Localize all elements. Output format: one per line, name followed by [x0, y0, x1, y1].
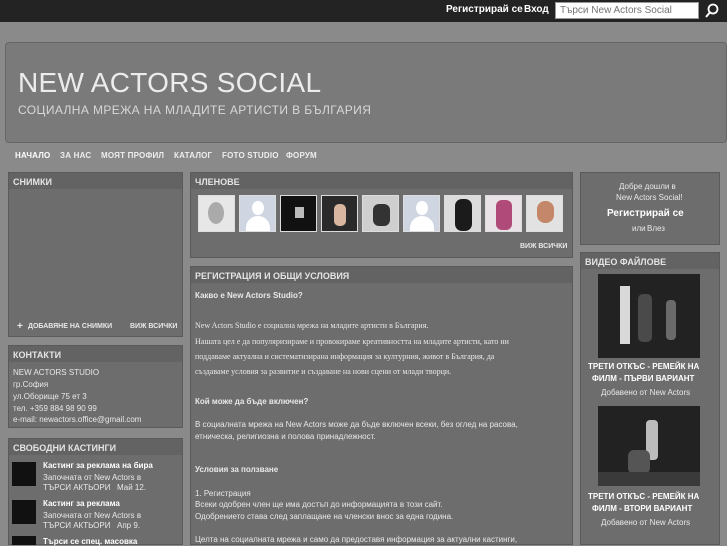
login-link[interactable]: Вход: [524, 4, 549, 15]
contact-line: ул.Оборище 75 ет 3: [13, 392, 87, 401]
casting-meta: Започната от New Actors в: [43, 473, 142, 482]
welcome-text: New Actors Social!: [616, 193, 683, 202]
paragraph: етническа, религиозна и полова принадлеж…: [195, 432, 376, 441]
casting-category[interactable]: ТЪРСИ АКТЬОРИ: [43, 483, 110, 492]
casting-thumbnail[interactable]: [12, 500, 36, 524]
video-added-by: Добавено от New Actors: [601, 388, 691, 397]
casting-thumbnail[interactable]: [12, 536, 36, 545]
paragraph: поддаваме актуална и систематизирана инф…: [195, 352, 495, 361]
video-added-by: Добавено от New Actors: [601, 518, 691, 527]
register-link[interactable]: Регистрирай се: [446, 4, 523, 15]
paragraph: създаваме условия за развитие и създаван…: [195, 367, 452, 376]
photos-view-all-link[interactable]: ВИЖ ВСИЧКИ: [130, 323, 177, 330]
paragraph: New Actors Studio е социална мрежа на мл…: [195, 321, 429, 330]
nav-my-profile[interactable]: МОЯТ ПРОФИЛ: [101, 151, 164, 160]
question-heading: Какво е New Actors Studio?: [195, 291, 303, 300]
casting-date: Апр 9.: [117, 521, 141, 530]
site-tagline: СОЦИАЛНА МРЕЖА НА МЛАДИТЕ АРТИСТИ В БЪЛГ…: [18, 103, 372, 117]
casting-title[interactable]: Кастинг за реклама: [43, 499, 120, 508]
photos-heading: СНИМКИ: [9, 173, 182, 189]
photos-box: СНИМКИ + ДОБАВЯНЕ НА СНИМКИ ВИЖ ВСИЧКИ: [8, 172, 183, 337]
paragraph: В социалната мрежа на New Actors може да…: [195, 420, 518, 429]
members-view-all-link[interactable]: ВИЖ ВСИЧКИ: [520, 243, 567, 250]
site-title[interactable]: NEW ACTORS SOCIAL: [18, 67, 321, 99]
casting-thumbnail[interactable]: [12, 462, 36, 486]
paragraph: Нашата цел е да популяризираме и провоки…: [195, 337, 509, 346]
videos-heading: ВИДЕО ФАЙЛОВЕ: [581, 253, 719, 269]
casting-date: Май 12.: [117, 483, 147, 492]
member-avatar[interactable]: [198, 195, 235, 232]
nav-home[interactable]: НАЧАЛО: [15, 151, 50, 160]
nav-foto-studio[interactable]: FOTO STUDIO: [222, 151, 279, 160]
search-input[interactable]: [555, 2, 699, 19]
castings-heading: СВОБОДНИ КАСТИНГИ: [9, 439, 182, 455]
video-title[interactable]: ТРЕТИ ОТКЪС - РЕМЕЙК НА: [588, 362, 699, 371]
member-avatar[interactable]: [485, 195, 522, 232]
top-bar: Регистрирай се Вход: [0, 0, 727, 22]
video-title[interactable]: ФИЛМ - ВТОРИ ВАРИАНТ: [592, 504, 692, 513]
paragraph: 1. Регистрация: [195, 489, 251, 498]
contact-line: тел. +359 884 98 90 99: [13, 404, 97, 413]
nav-about[interactable]: ЗА НАС: [60, 151, 91, 160]
add-photos-link[interactable]: ДОБАВЯНЕ НА СНИМКИ: [28, 323, 112, 330]
welcome-text: Добре дошли в: [619, 182, 676, 191]
member-avatar[interactable]: [280, 195, 317, 232]
contacts-heading: КОНТАКТИ: [9, 346, 182, 362]
question-heading: Условия за ползване: [195, 465, 279, 474]
video-thumbnail[interactable]: [598, 274, 700, 358]
question-heading: Кой може да бъде включен?: [195, 397, 309, 406]
member-avatar[interactable]: [444, 195, 481, 232]
video-title[interactable]: ФИЛМ - ПЪРВИ ВАРИАНТ: [592, 374, 694, 383]
members-heading: ЧЛЕНОВЕ: [191, 173, 572, 189]
nav-forum[interactable]: ФОРУМ: [286, 151, 317, 160]
registration-heading: РЕГИСТРАЦИЯ И ОБЩИ УСЛОВИЯ: [191, 267, 572, 283]
plus-icon: +: [17, 321, 23, 332]
search-icon[interactable]: [704, 3, 720, 19]
contact-line: гр.София: [13, 380, 49, 389]
or-text: или: [632, 224, 646, 233]
welcome-login-link[interactable]: Влез: [647, 224, 665, 233]
contact-email: e-mail: newactors.office@gmail.com: [13, 415, 142, 424]
video-thumbnail[interactable]: [598, 406, 700, 486]
contacts-box: КОНТАКТИ NEW ACTORS STUDIO гр.София ул.О…: [8, 345, 183, 428]
member-avatar[interactable]: [362, 195, 399, 232]
paragraph: Одобрението става след заплащане на член…: [195, 512, 454, 521]
member-avatar[interactable]: [403, 195, 440, 232]
contact-line: NEW ACTORS STUDIO: [13, 368, 100, 377]
casting-category[interactable]: ТЪРСИ АКТЬОРИ: [43, 521, 110, 530]
casting-meta: Започната от New Actors в: [43, 511, 142, 520]
welcome-register-link[interactable]: Регистрирай се: [607, 208, 684, 219]
video-title[interactable]: ТРЕТИ ОТКЪС - РЕМЕЙК НА: [588, 492, 699, 501]
paragraph: Целта на социалната мрежа и само да пред…: [195, 535, 518, 544]
member-avatar[interactable]: [321, 195, 358, 232]
paragraph: Всеки одобрен член ще има достъп до инфо…: [195, 500, 443, 509]
member-avatar[interactable]: [239, 195, 276, 232]
casting-title[interactable]: Кастинг за реклама на бира: [43, 461, 153, 470]
member-avatar[interactable]: [526, 195, 563, 232]
nav-catalog[interactable]: КАТАЛОГ: [174, 151, 212, 160]
site-header: NEW ACTORS SOCIAL СОЦИАЛНА МРЕЖА НА МЛАД…: [5, 42, 727, 143]
